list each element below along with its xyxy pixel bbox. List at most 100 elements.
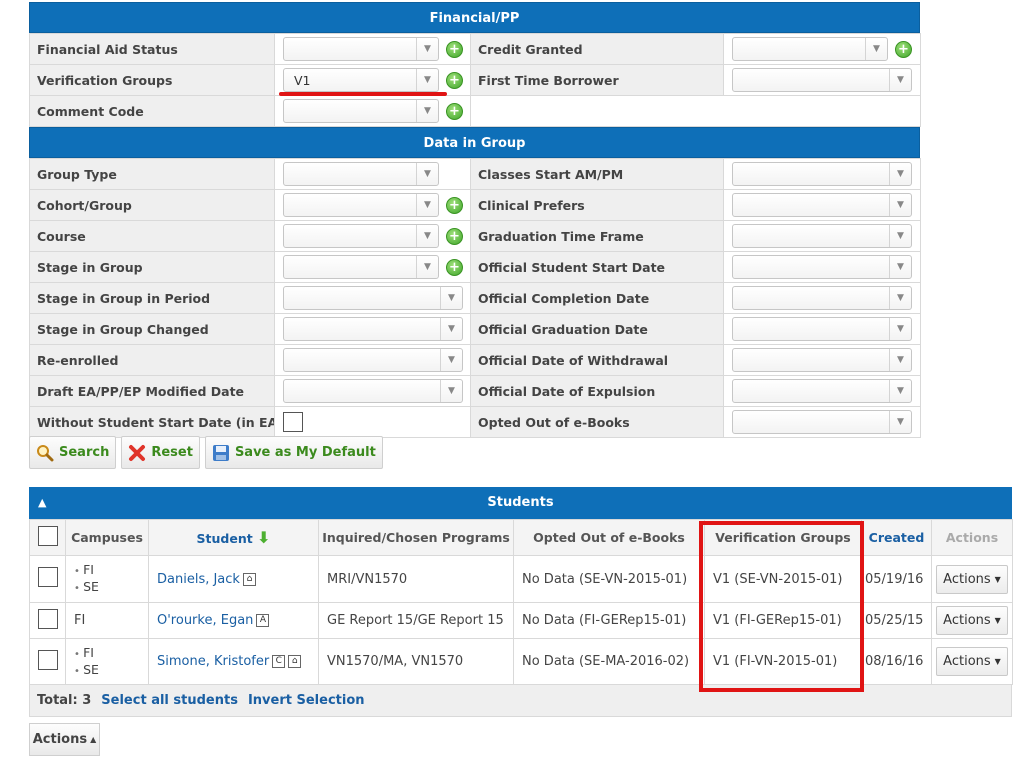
graduation-time-frame-label: Graduation Time Frame: [470, 220, 724, 252]
reset-button[interactable]: Reset: [121, 436, 200, 469]
students-section-header: ▲ Students: [29, 487, 1012, 519]
draft-modified-date-select[interactable]: ▼: [283, 379, 463, 403]
verification-groups-select[interactable]: V1 ▼: [283, 68, 439, 92]
opted-out-ebooks-select[interactable]: ▼: [732, 410, 912, 434]
classes-start-label: Classes Start AM/PM: [470, 158, 724, 190]
student-name-link[interactable]: Simone, Kristofer: [157, 654, 269, 669]
select-all-checkbox[interactable]: [37, 526, 58, 546]
add-stage-in-group-icon[interactable]: +: [446, 258, 463, 276]
group-type-label: Group Type: [29, 158, 275, 190]
save-default-button[interactable]: Save as My Default: [204, 436, 383, 469]
select-all-link[interactable]: Select all students: [101, 693, 238, 708]
official-withdrawal-date-label: Official Date of Withdrawal: [470, 344, 724, 376]
actions-column-header: Actions: [931, 519, 1013, 556]
chevron-down-icon: ▼: [889, 380, 911, 402]
chevron-down-icon: ▼: [440, 380, 462, 402]
invert-selection-link[interactable]: Invert Selection: [248, 693, 365, 708]
add-verification-group-icon[interactable]: +: [446, 71, 463, 89]
clinical-prefers-select[interactable]: ▼: [732, 193, 912, 217]
chevron-down-icon: ▼: [889, 318, 911, 340]
table-row: FISE Simone, KristoferC⌂ VN1570/MA, VN15…: [29, 638, 1013, 685]
chevron-down-icon: ▼: [889, 287, 911, 309]
classes-start-select[interactable]: ▼: [732, 162, 912, 186]
chevron-down-icon: ▼: [416, 38, 438, 60]
financial-aid-status-label: Financial Aid Status: [29, 33, 275, 65]
add-financial-aid-status-icon[interactable]: +: [446, 40, 463, 58]
chevron-down-icon: ▼: [416, 256, 438, 278]
row-actions-button[interactable]: Actions ▼: [936, 647, 1008, 676]
official-completion-date-select[interactable]: ▼: [732, 286, 912, 310]
without-start-date-label: Without Student Start Date (in EA): [29, 406, 275, 438]
graduation-time-frame-select[interactable]: ▼: [732, 224, 912, 248]
created-column-header[interactable]: Created: [861, 519, 932, 556]
row-checkbox[interactable]: [38, 567, 58, 587]
students-panel: ▲ Students Campuses Student ⬇ Inquired/C…: [29, 487, 1013, 717]
add-course-icon[interactable]: +: [446, 227, 463, 245]
financial-aid-status-select[interactable]: ▼: [283, 37, 439, 61]
ebooks-cell: No Data (SE-MA-2016-02): [513, 638, 705, 685]
verification-groups-highlight-underline: [279, 92, 447, 96]
chevron-down-icon: ▼: [889, 194, 911, 216]
first-time-borrower-label: First Time Borrower: [470, 64, 724, 96]
official-start-date-label: Official Student Start Date: [470, 251, 724, 283]
course-select[interactable]: ▼: [283, 224, 439, 248]
comment-code-select[interactable]: ▼: [283, 99, 439, 123]
ebooks-cell: No Data (FI-GERep15-01): [513, 602, 705, 639]
opted-out-ebooks-label: Opted Out of e-Books: [470, 406, 724, 438]
row-checkbox[interactable]: [38, 649, 58, 670]
credit-granted-select[interactable]: ▼: [732, 37, 888, 61]
row-actions-button[interactable]: Actions ▼: [936, 606, 1008, 635]
draft-modified-date-label: Draft EA/PP/EP Modified Date: [29, 375, 275, 407]
created-cell: 05/25/15: [861, 602, 932, 639]
without-start-date-checkbox[interactable]: [283, 412, 303, 432]
row-actions-button[interactable]: Actions ▼: [936, 564, 1008, 594]
ebooks-cell: No Data (SE-VN-2015-01): [513, 555, 705, 603]
course-label: Course: [29, 220, 275, 252]
home-icon: ⌂: [288, 655, 302, 668]
created-cell: 08/16/16: [861, 638, 932, 685]
chevron-down-icon: ▼: [889, 349, 911, 371]
stage-in-group-period-label: Stage in Group in Period: [29, 282, 275, 314]
chevron-down-icon: ▼: [889, 69, 911, 91]
chevron-down-icon: ▼: [416, 100, 438, 122]
empty-cell: [470, 95, 921, 127]
financial-filter-table: Financial Aid Status ▼ + Credit Granted …: [29, 33, 921, 127]
add-credit-granted-icon[interactable]: +: [895, 40, 912, 58]
official-graduation-date-select[interactable]: ▼: [732, 317, 912, 341]
stage-in-group-select[interactable]: ▼: [283, 255, 439, 279]
cohort-group-select[interactable]: ▼: [283, 193, 439, 217]
chevron-up-icon: ▲: [90, 735, 97, 744]
first-time-borrower-select[interactable]: ▼: [732, 68, 912, 92]
chevron-down-icon: ▼: [994, 616, 1001, 625]
stage-in-group-period-select[interactable]: ▼: [283, 286, 463, 310]
official-start-date-select[interactable]: ▼: [732, 255, 912, 279]
chevron-down-icon: ▼: [994, 657, 1001, 666]
data-in-group-section-header: Data in Group: [29, 127, 920, 158]
save-icon: [212, 444, 230, 462]
student-name-link[interactable]: Daniels, Jack: [157, 572, 240, 587]
stage-in-group-changed-select[interactable]: ▼: [283, 317, 463, 341]
search-button[interactable]: Search: [29, 436, 117, 469]
re-enrolled-select[interactable]: ▼: [283, 348, 463, 372]
cohort-group-label: Cohort/Group: [29, 189, 275, 221]
add-comment-code-icon[interactable]: +: [446, 102, 463, 120]
chevron-down-icon: ▼: [889, 225, 911, 247]
c-badge-icon: C: [272, 655, 286, 668]
home-icon: ⌂: [242, 572, 256, 586]
select-all-header-cell: [29, 519, 66, 556]
collapse-chevron-icon[interactable]: ▲: [38, 487, 46, 519]
table-row: FI O'rourke, Egan A GE Report 15/GE Repor…: [29, 602, 1013, 639]
students-table: Campuses Student ⬇ Inquired/Chosen Progr…: [29, 519, 1013, 685]
student-name-link[interactable]: O'rourke, Egan: [157, 613, 253, 628]
chevron-down-icon: ▼: [889, 411, 911, 433]
chevron-down-icon: ▼: [416, 69, 438, 91]
row-checkbox[interactable]: [38, 608, 58, 629]
add-cohort-group-icon[interactable]: +: [446, 196, 463, 214]
official-withdrawal-date-select[interactable]: ▼: [732, 348, 912, 372]
bulk-actions-button[interactable]: Actions ▲: [29, 723, 100, 756]
official-expulsion-date-select[interactable]: ▼: [732, 379, 912, 403]
group-type-select[interactable]: ▼: [283, 162, 439, 186]
search-icon: [36, 444, 54, 462]
programs-cell: GE Report 15/GE Report 15: [318, 602, 514, 639]
student-column-header[interactable]: Student ⬇: [148, 519, 319, 556]
